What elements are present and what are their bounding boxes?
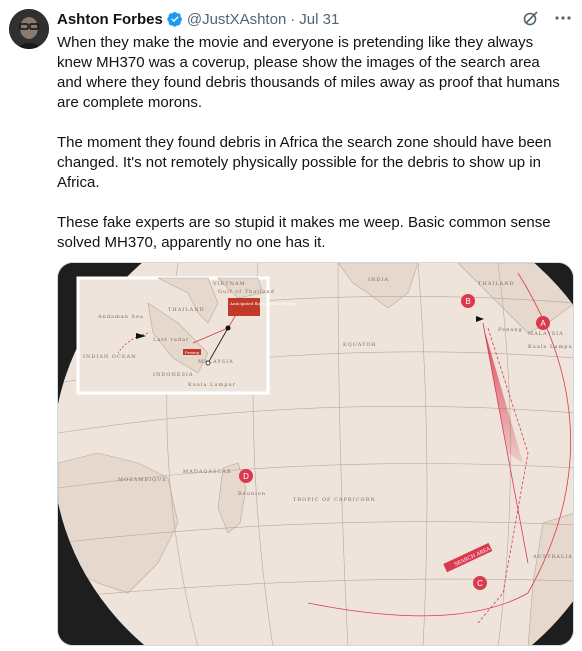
tweet-paragraph: When they make the movie and everyone is… xyxy=(57,34,564,111)
marker-a: A xyxy=(536,316,550,330)
inset-indian-ocean-label: INDIAN OCEAN xyxy=(83,354,136,360)
svg-text:C: C xyxy=(477,579,483,588)
inset-map: Anticipated flight path to Beijing Penan… xyxy=(76,276,297,395)
tweet-media-image[interactable]: SEARCH AREA A B C D INDIA THAILAND MALAY… xyxy=(57,262,574,646)
grok-icon[interactable] xyxy=(522,9,540,27)
tweet-text: When they make the movie and everyone is… xyxy=(57,33,567,253)
svg-text:B: B xyxy=(465,297,470,306)
tweet-paragraph: The moment they found debris in Africa t… xyxy=(57,134,556,191)
marker-b: B xyxy=(461,294,475,308)
label-kuala-lumpur: Kuala Lumpur xyxy=(528,344,574,350)
mh370-map: SEARCH AREA A B C D INDIA THAILAND MALAY… xyxy=(58,263,574,645)
label-australia: AUSTRALIA xyxy=(532,554,573,560)
label-thailand: THAILAND xyxy=(478,281,515,287)
inset-penang-label: Penang xyxy=(185,350,199,355)
label-malaysia: MALAYSIA xyxy=(528,331,564,337)
inset-indonesia-label: INDONESIA xyxy=(153,372,194,378)
svg-text:D: D xyxy=(243,472,249,481)
inset-malaysia-label: MALAYSIA xyxy=(198,359,234,365)
inset-last-radar-label: Last radar xyxy=(153,337,189,343)
tweet-paragraph: These fake experts are so stupid it make… xyxy=(57,214,555,251)
marker-c: C xyxy=(473,576,487,590)
inset-thailand-label: THAILAND xyxy=(168,307,205,313)
inset-vietnam-label: VIETNAM xyxy=(212,281,246,287)
label-madagascar: MADAGASCAR xyxy=(183,469,232,475)
verified-badge-icon xyxy=(167,12,182,27)
label-penang: Penang xyxy=(498,327,523,333)
separator-dot: · xyxy=(290,10,296,28)
more-icon[interactable] xyxy=(554,9,572,27)
label-india: INDIA xyxy=(368,277,389,283)
marker-d: D xyxy=(239,469,253,483)
tweet-date[interactable]: Jul 31 xyxy=(299,11,339,28)
avatar[interactable] xyxy=(9,9,49,49)
tweet-header: Ashton Forbes @JustXAshton · Jul 31 xyxy=(57,9,339,29)
label-mozambique: MOZAMBIQUE xyxy=(118,477,167,483)
inset-andaman-label: Andaman Sea xyxy=(97,314,144,320)
inset-gulf-label: Gulf of Thailand xyxy=(218,289,275,295)
label-reunion: Réunion xyxy=(238,490,266,497)
inset-kuala-lumpur-label: Kuala Lumpur xyxy=(188,382,236,388)
inset-anticipated-label: Anticipated flight path to Beijing xyxy=(229,301,297,306)
label-equator: EQUATOR xyxy=(343,342,376,348)
tweet-actions-top xyxy=(522,9,572,27)
author-name[interactable]: Ashton Forbes xyxy=(57,11,163,28)
label-tropic: TROPIC OF CAPRICORN xyxy=(293,497,376,503)
svg-text:A: A xyxy=(540,319,546,328)
avatar-photo xyxy=(9,9,49,49)
author-handle[interactable]: @JustXAshton xyxy=(187,11,286,28)
